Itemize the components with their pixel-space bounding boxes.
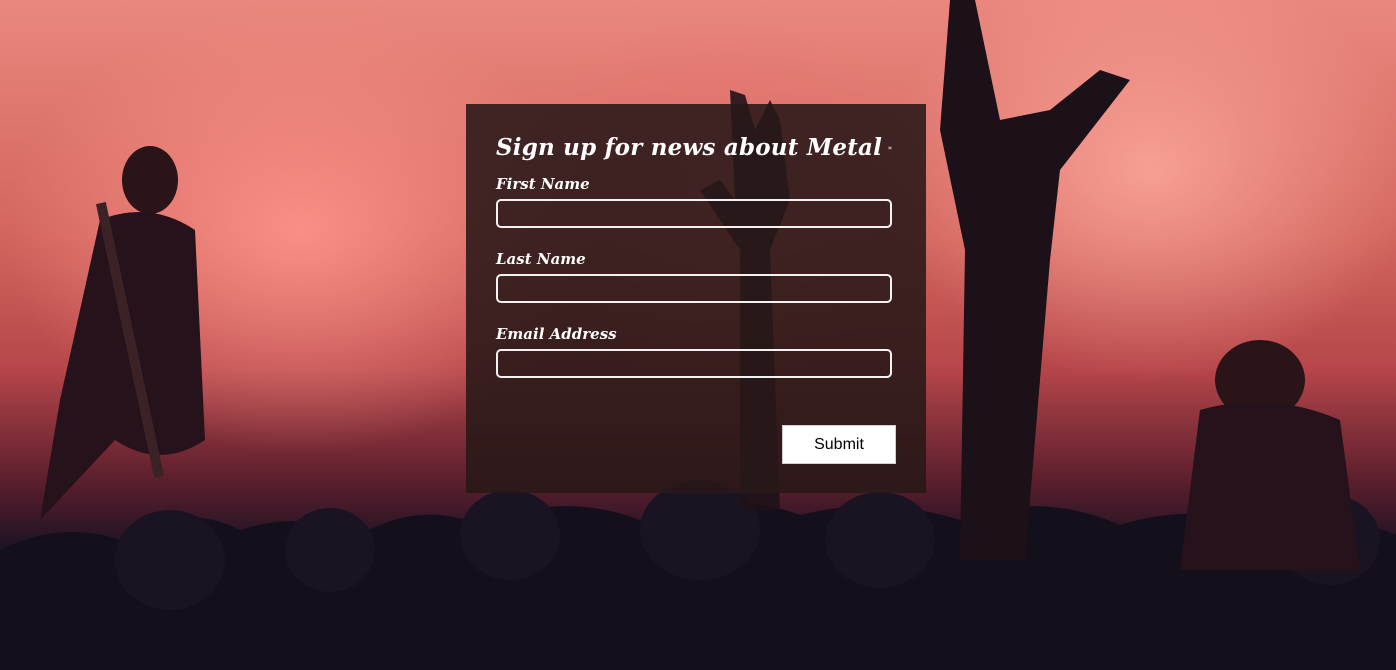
- form-title-text: Sign up for news about Metal: [496, 134, 883, 161]
- submit-button[interactable]: Submit: [782, 425, 896, 464]
- signup-form: Sign up for news about Metal First Name …: [466, 104, 926, 493]
- last-name-field-group: Last Name: [496, 250, 892, 303]
- guitarist-silhouette: [40, 146, 205, 520]
- rock-hands-icon: [888, 145, 892, 149]
- email-label: Email Address: [496, 325, 617, 343]
- first-name-label: First Name: [496, 175, 590, 193]
- last-name-input[interactable]: [496, 274, 892, 303]
- last-name-label: Last Name: [496, 250, 586, 268]
- email-field-group: Email Address: [496, 325, 892, 378]
- first-name-input[interactable]: [496, 199, 892, 228]
- form-title: Sign up for news about Metal: [496, 134, 892, 161]
- email-input[interactable]: [496, 349, 892, 378]
- first-name-field-group: First Name: [496, 175, 892, 228]
- raised-hand-silhouette: [940, 0, 1130, 560]
- performer-silhouette: [1180, 340, 1360, 570]
